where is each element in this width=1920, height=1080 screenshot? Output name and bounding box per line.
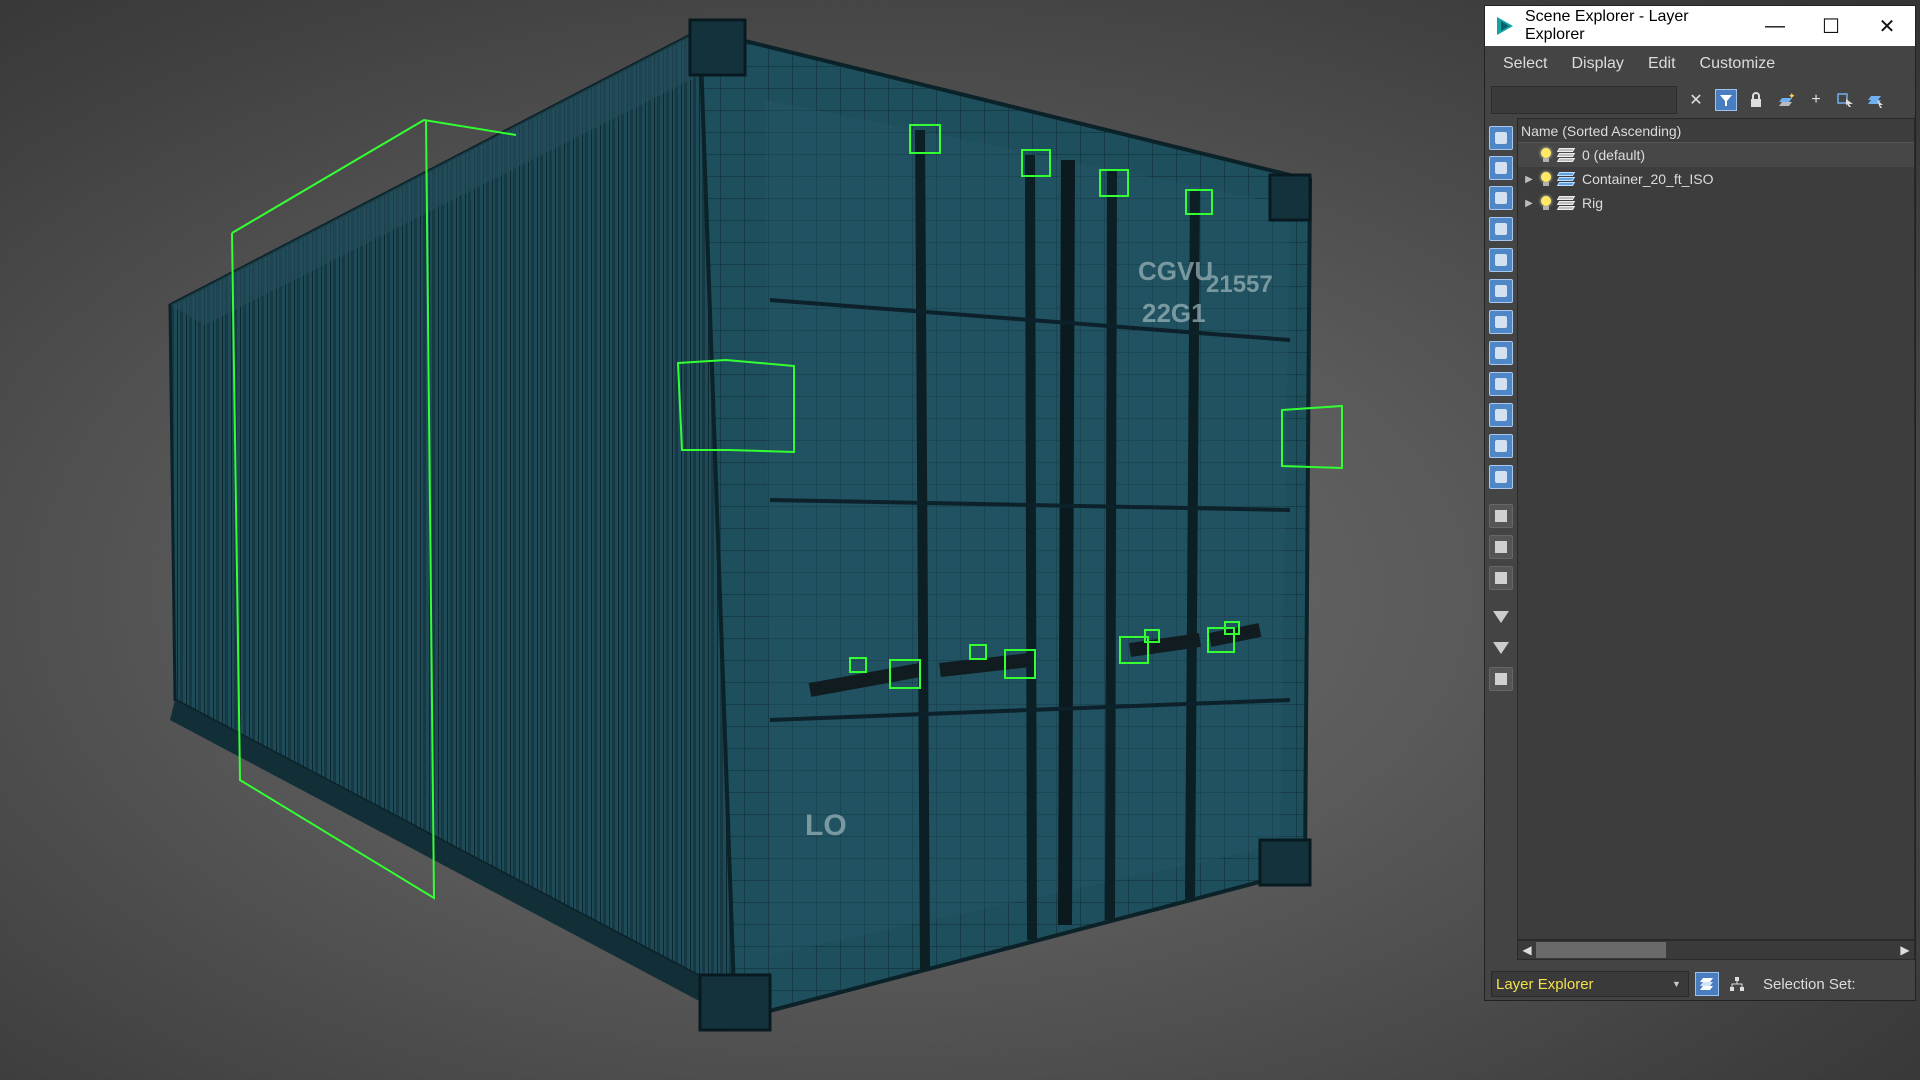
svg-text:CGVU: CGVU [1138, 256, 1213, 286]
layer-icon [1556, 196, 1576, 210]
window-title: Scene Explorer - Layer Explorer [1525, 8, 1689, 43]
svg-text:21557: 21557 [1206, 271, 1273, 298]
select-layer-objects-icon[interactable] [1835, 89, 1857, 111]
container-doors: CGVU 22G1 21557 LO [688, 18, 1313, 1032]
collapse-all-icon[interactable] [1489, 667, 1513, 691]
menu-edit[interactable]: Edit [1648, 55, 1676, 73]
display-groups-icon[interactable] [1489, 310, 1513, 334]
app-logo-icon [1497, 17, 1513, 35]
tree-row[interactable]: ▶ Rig [1518, 191, 1914, 215]
filter-settings-icon[interactable] [1489, 636, 1513, 660]
maximize-button[interactable]: ☐ [1803, 6, 1859, 46]
filter-toggle-icon[interactable] [1715, 89, 1737, 111]
tree-row[interactable]: ▶ Container_20_ft_ISO [1518, 167, 1914, 191]
display-geometry-icon[interactable] [1489, 126, 1513, 150]
menu-display[interactable]: Display [1571, 55, 1623, 73]
sort-by-hierarchy-icon[interactable] [1725, 972, 1749, 996]
add-to-layer-icon[interactable]: + [1805, 89, 1827, 111]
layer-visibility-bulb-icon[interactable] [1540, 172, 1552, 186]
layer-name: Container_20_ft_ISO [1582, 171, 1714, 187]
menu-bar: Select Display Edit Customize [1485, 46, 1915, 82]
display-invert-icon[interactable] [1489, 566, 1513, 590]
column-header-name[interactable]: Name (Sorted Ascending) [1518, 119, 1914, 143]
svg-text:✦: ✦ [1788, 92, 1795, 101]
scroll-thumb[interactable] [1536, 942, 1666, 958]
svg-text:22G1: 22G1 [1142, 298, 1206, 328]
lock-icon[interactable] [1745, 89, 1767, 111]
selection-set-label: Selection Set: [1763, 975, 1856, 993]
menu-select[interactable]: Select [1503, 55, 1547, 73]
chevron-down-icon: ▼ [1672, 979, 1681, 989]
display-helpers-icon[interactable] [1489, 248, 1513, 272]
clear-search-icon[interactable]: ✕ [1685, 89, 1707, 111]
svg-text:LO: LO [805, 809, 847, 842]
container-side-wall [168, 27, 737, 1020]
display-spacewarps-icon[interactable] [1489, 279, 1513, 303]
3d-viewport[interactable]: CGVU 22G1 21557 LO [0, 0, 1480, 1080]
sort-by-layers-icon[interactable] [1695, 972, 1719, 996]
tree-row[interactable]: 0 (default) [1518, 143, 1914, 167]
expand-arrow-icon[interactable]: ▶ [1518, 198, 1540, 209]
close-button[interactable]: ✕ [1859, 6, 1915, 46]
create-layer-icon[interactable]: ✦ [1775, 89, 1797, 111]
scene-explorer-window: Scene Explorer - Layer Explorer — ☐ ✕ Se… [1484, 5, 1916, 1001]
filter-strip [1485, 118, 1517, 970]
layer-name: 0 (default) [1582, 147, 1646, 163]
display-bones-icon[interactable] [1489, 372, 1513, 396]
display-containers-icon[interactable] [1489, 403, 1513, 427]
display-cameras-icon[interactable] [1489, 217, 1513, 241]
container-render: CGVU 22G1 21557 LO [168, 18, 1343, 1032]
minimize-button[interactable]: — [1747, 6, 1803, 46]
display-frozen-icon[interactable] [1489, 434, 1513, 458]
explorer-body: Name (Sorted Ascending) 0 (default) ▶ Co… [1485, 118, 1915, 970]
search-input[interactable] [1491, 86, 1677, 114]
layer-name: Rig [1582, 195, 1604, 211]
scroll-left-icon[interactable]: ◀ [1518, 943, 1536, 957]
menu-customize[interactable]: Customize [1700, 55, 1776, 73]
expand-arrow-icon[interactable]: ▶ [1518, 174, 1540, 185]
explorer-footer: Layer Explorer ▼ Selection Set: [1485, 968, 1915, 1000]
layer-tree: Name (Sorted Ascending) 0 (default) ▶ Co… [1517, 118, 1915, 940]
horizontal-scrollbar[interactable]: ◀ ▶ [1517, 940, 1915, 960]
display-all-icon[interactable] [1489, 504, 1513, 528]
filter-icon[interactable] [1489, 605, 1513, 629]
layer-visibility-bulb-icon[interactable] [1540, 148, 1552, 162]
layer-icon [1556, 172, 1576, 186]
scroll-right-icon[interactable]: ▶ [1896, 943, 1914, 957]
set-current-layer-icon[interactable] [1865, 89, 1887, 111]
display-none-icon[interactable] [1489, 535, 1513, 559]
explorer-type-dropdown[interactable]: Layer Explorer ▼ [1491, 971, 1689, 997]
explorer-type-label: Layer Explorer [1496, 975, 1594, 993]
display-xrefs-icon[interactable] [1489, 341, 1513, 365]
layer-visibility-bulb-icon[interactable] [1540, 196, 1552, 210]
display-lights-icon[interactable] [1489, 186, 1513, 210]
display-hidden-icon[interactable] [1489, 465, 1513, 489]
title-bar[interactable]: Scene Explorer - Layer Explorer — ☐ ✕ [1485, 6, 1915, 46]
explorer-toolbar: ✕ ✦ + [1485, 82, 1915, 118]
scroll-track[interactable] [1536, 942, 1896, 958]
display-shapes-icon[interactable] [1489, 156, 1513, 180]
layer-icon [1556, 148, 1576, 162]
